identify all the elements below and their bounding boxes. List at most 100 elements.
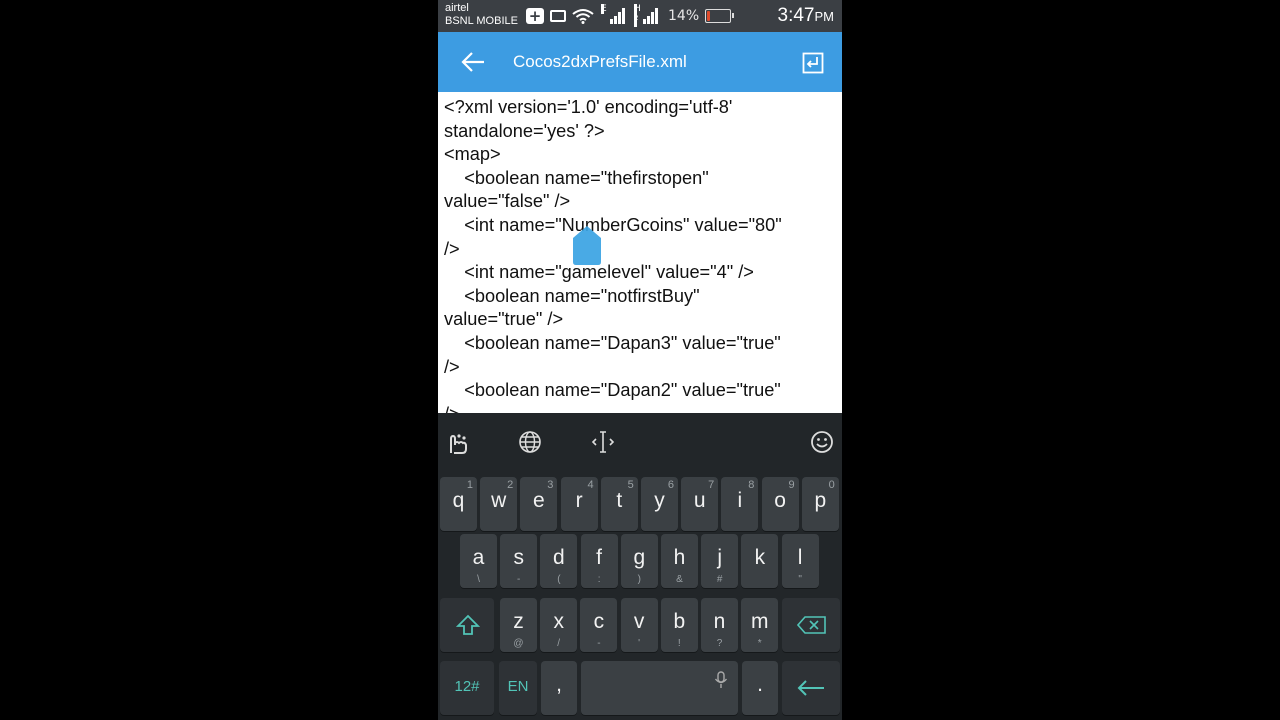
key-k[interactable]: k	[741, 534, 779, 588]
code-line[interactable]: />	[444, 356, 836, 380]
key-o[interactable]: o9	[761, 477, 799, 531]
arrow-left-icon	[461, 52, 484, 72]
code-line[interactable]: value="false" />	[444, 190, 836, 214]
key-b[interactable]: b!	[660, 598, 698, 652]
code-line[interactable]: <boolean name="notfirstBuy"	[444, 285, 836, 309]
key-n[interactable]: n?	[701, 598, 738, 652]
microphone-icon	[714, 671, 728, 688]
clock: 3:47PM	[778, 5, 834, 27]
key-symbol-hint: :	[597, 574, 601, 585]
backspace-key[interactable]	[782, 598, 840, 652]
key-symbol-hint: *	[757, 638, 762, 649]
code-line[interactable]: standalone='yes' ?>	[444, 120, 836, 144]
key-j[interactable]: j #	[701, 534, 739, 588]
code-line[interactable]: <int name="NumberGcoins" value="80"	[444, 214, 836, 238]
key-label: z	[513, 610, 524, 633]
key-label: s	[513, 546, 524, 569]
code-line[interactable]: />	[444, 403, 836, 413]
back-button[interactable]	[460, 50, 486, 74]
key-m[interactable]: m *	[741, 598, 779, 652]
code-line[interactable]: <boolean name="thefirstopen"	[444, 167, 836, 191]
carrier-2: BSNL MOBILE	[445, 15, 518, 27]
period-key[interactable]: .	[742, 661, 778, 715]
key-w[interactable]: w2	[480, 477, 518, 531]
language-key[interactable]: EN	[499, 661, 537, 715]
plus-notification-icon: +	[526, 8, 544, 24]
language-label: EN	[507, 678, 529, 695]
key-number-hint: 5	[627, 479, 634, 491]
battery-nub	[732, 13, 735, 18]
clock-ampm: PM	[814, 9, 835, 24]
file-title: Cocos2dxPrefsFile.xml	[513, 52, 687, 71]
key-v[interactable]: v '	[620, 598, 658, 652]
key-r[interactable]: r4	[560, 477, 598, 531]
key-number-hint: 8	[748, 479, 755, 491]
key-e[interactable]: e3	[520, 477, 558, 531]
key-label: q	[452, 489, 465, 512]
key-d[interactable]: d(	[540, 534, 578, 588]
key-label: g	[633, 546, 646, 569]
key-x[interactable]: x /	[540, 598, 578, 652]
key-c[interactable]: c-	[580, 598, 618, 652]
key-u[interactable]: u7	[681, 477, 719, 531]
space-key[interactable]	[581, 661, 738, 715]
text-cursor-handle[interactable]	[571, 224, 603, 266]
key-s[interactable]: s-	[500, 534, 538, 588]
key-label: k	[754, 546, 766, 569]
key-label: r	[575, 489, 583, 512]
key-number-hint: 3	[547, 479, 554, 491]
comma-key[interactable]: ,	[541, 661, 577, 715]
key-label: e	[533, 489, 545, 512]
key-f[interactable]: f:	[580, 534, 618, 588]
shift-key[interactable]	[440, 598, 494, 652]
key-z[interactable]: z @	[500, 598, 537, 652]
comma-label: ,	[556, 673, 562, 696]
signal-icon-1: E	[601, 4, 625, 24]
key-g[interactable]: g)	[620, 534, 658, 588]
key-symbol-hint: \	[477, 574, 480, 585]
code-line[interactable]: <map>	[444, 143, 836, 167]
key-l[interactable]: l "	[781, 534, 819, 588]
code-line[interactable]: <?xml version='1.0' encoding='utf-8'	[444, 96, 836, 120]
key-symbol-hint: -	[517, 574, 521, 585]
key-symbol-hint: '	[638, 638, 641, 649]
key-i[interactable]: i8	[721, 477, 759, 531]
key-p[interactable]: p0	[801, 477, 839, 531]
emoji-icon[interactable]	[809, 429, 835, 455]
symbols-label: 12#	[454, 678, 480, 695]
key-symbol-hint: (	[557, 574, 561, 585]
touchpal-icon[interactable]	[445, 429, 471, 455]
code-line[interactable]: value="true" />	[444, 308, 836, 332]
backspace-icon	[797, 616, 826, 634]
cursor-move-icon[interactable]	[590, 429, 616, 455]
key-label: c	[593, 610, 605, 633]
key-label: m	[750, 610, 769, 633]
key-symbol-hint: /	[557, 638, 561, 649]
key-h[interactable]: h &	[661, 534, 698, 588]
symbols-key[interactable]: 12#	[440, 661, 494, 715]
network-type-2-sup: 2	[634, 14, 639, 22]
key-number-hint: 1	[466, 479, 473, 491]
video-camera-icon	[550, 10, 566, 22]
key-number-hint: 6	[667, 479, 674, 491]
key-label: b	[673, 610, 686, 633]
key-a[interactable]: a \	[460, 534, 497, 588]
globe-icon[interactable]	[517, 429, 543, 455]
exit-icon	[802, 52, 824, 74]
key-t[interactable]: t5	[600, 477, 638, 531]
key-label: n	[713, 610, 726, 633]
battery-icon	[705, 9, 735, 23]
code-text[interactable]: <?xml version='1.0' encoding='utf-8' stan…	[444, 96, 836, 413]
battery-fill	[707, 11, 711, 21]
exit-button[interactable]	[802, 52, 824, 74]
key-y[interactable]: y6	[641, 477, 678, 531]
xml-editor[interactable]: <?xml version='1.0' encoding='utf-8' stan…	[438, 92, 842, 413]
network-type-2-label: H	[634, 4, 641, 14]
key-q[interactable]: q1	[440, 477, 477, 531]
key-label: i	[737, 489, 743, 512]
code-line[interactable]: <boolean name="Dapan3" value="true"	[444, 332, 836, 356]
code-line[interactable]: <int name="gamelevel" value="4" />	[444, 261, 836, 285]
code-line[interactable]: />	[444, 238, 836, 262]
code-line[interactable]: <boolean name="Dapan2" value="true"	[444, 379, 836, 403]
enter-key[interactable]	[782, 661, 840, 715]
